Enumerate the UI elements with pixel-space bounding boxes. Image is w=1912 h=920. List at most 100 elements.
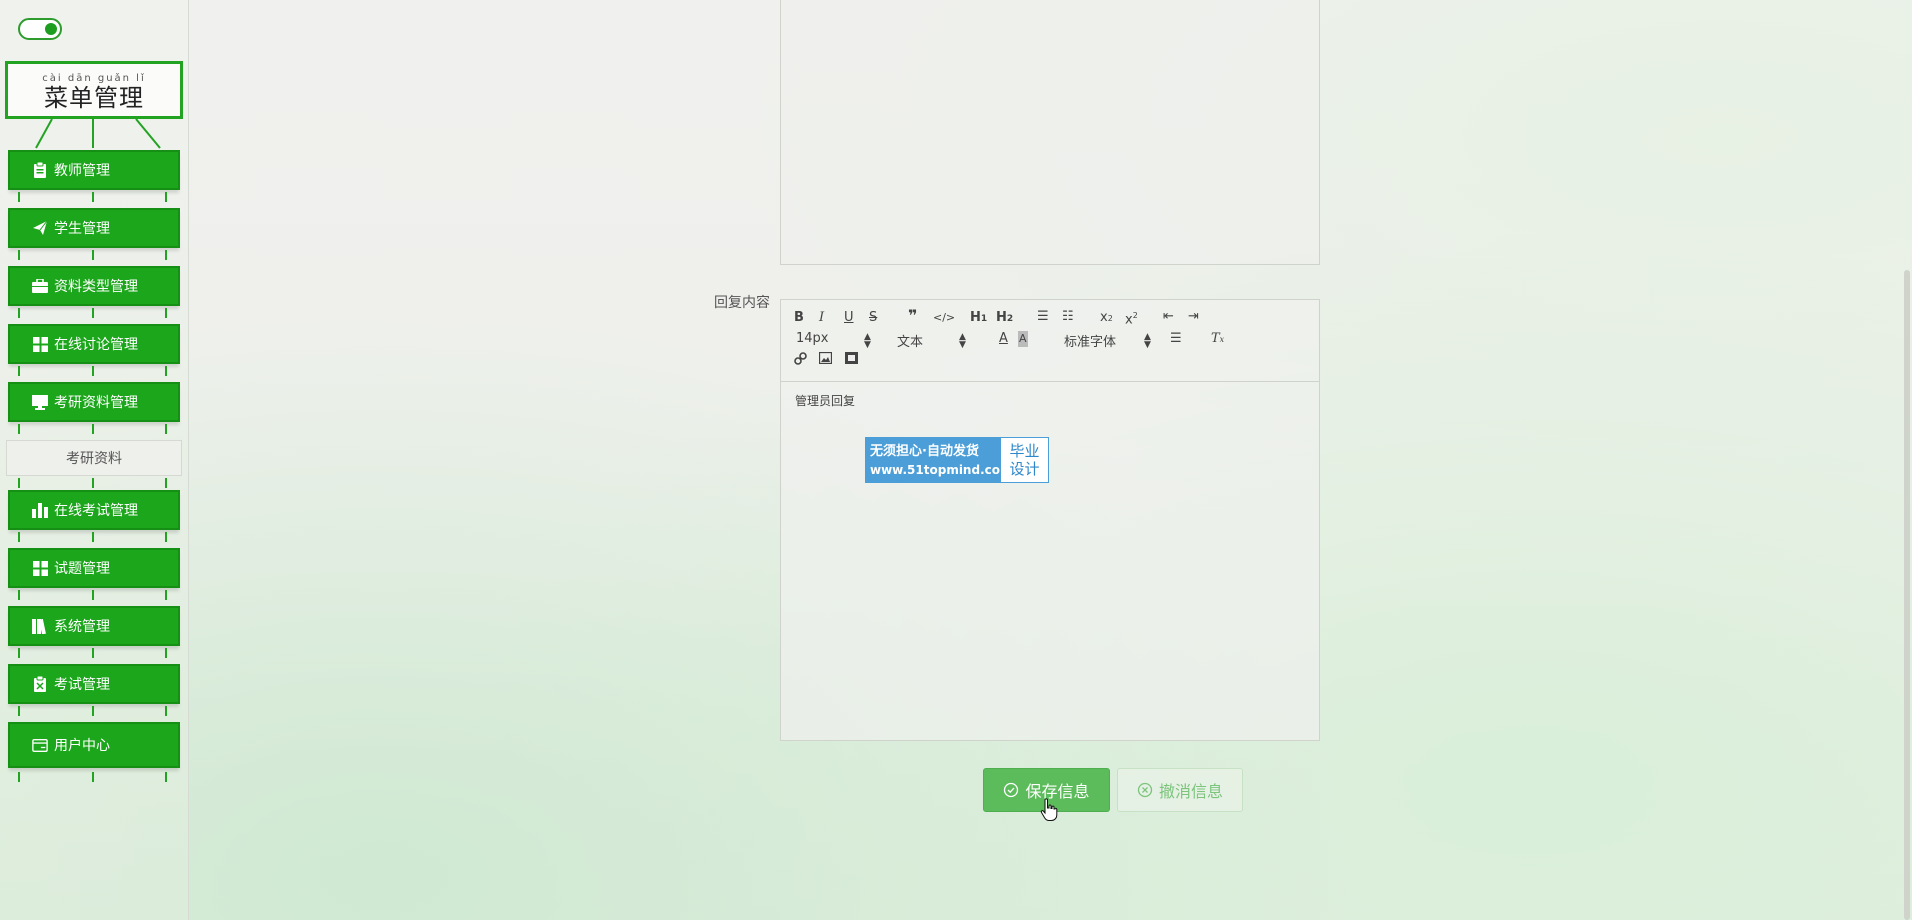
divider bbox=[92, 308, 94, 318]
sidebar-item-material-type[interactable]: 资料类型管理 bbox=[8, 266, 180, 306]
divider bbox=[92, 532, 94, 542]
divider bbox=[18, 250, 20, 260]
divider bbox=[165, 706, 167, 716]
subscript-icon[interactable]: x2 bbox=[1100, 310, 1113, 327]
indent-icon[interactable]: ⇥ bbox=[1188, 309, 1199, 325]
strike-icon[interactable]: S bbox=[869, 310, 877, 326]
font-family-select[interactable]: 标准字体 ▲ ▼ bbox=[1064, 331, 1154, 351]
sidebar-item-label: 考研资料 bbox=[66, 451, 122, 467]
outdent-icon[interactable]: ⇤ bbox=[1163, 309, 1174, 325]
link-icon[interactable] bbox=[794, 352, 807, 370]
books-icon bbox=[32, 618, 48, 634]
video-icon[interactable] bbox=[845, 352, 858, 369]
divider bbox=[165, 366, 167, 376]
sidebar-item-questions[interactable]: 试题管理 bbox=[8, 548, 180, 588]
divider bbox=[18, 478, 20, 488]
sidebar-item-exam-material-admin[interactable]: 考研资料管理 bbox=[8, 382, 180, 422]
watermark-badge: 毕业 设计 bbox=[1001, 438, 1048, 482]
watermark-banner: 无须担心·自动发货 www.51topmind.com 毕业 设计 bbox=[865, 437, 1049, 483]
divider bbox=[18, 366, 20, 376]
underline-icon[interactable]: U bbox=[844, 310, 854, 326]
bar-chart-icon bbox=[32, 502, 48, 518]
sidebar-item-label: 考研资料管理 bbox=[54, 395, 138, 411]
divider bbox=[18, 648, 20, 658]
editor-toolbar: B I U S ❞ </> H1 H2 ☰ ☷ x2 x2 ⇤ ⇥ 14px ▲… bbox=[781, 300, 1319, 382]
sidebar-item-discussion[interactable]: 在线讨论管理 bbox=[8, 324, 180, 364]
clear-format-icon[interactable]: Tx bbox=[1211, 331, 1224, 348]
ordered-list-icon[interactable]: ☰ bbox=[1037, 309, 1049, 325]
superscript-icon[interactable]: x2 bbox=[1125, 308, 1138, 328]
divider bbox=[92, 478, 94, 488]
divider bbox=[92, 648, 94, 658]
watermark-text-block: 无须担心·自动发货 www.51topmind.com bbox=[866, 438, 1013, 482]
scrollbar-thumb[interactable] bbox=[1904, 270, 1910, 920]
sidebar-item-student[interactable]: 学生管理 bbox=[8, 208, 180, 248]
divider bbox=[92, 250, 94, 260]
grid-icon bbox=[32, 336, 48, 352]
bold-icon[interactable]: B bbox=[794, 310, 804, 326]
divider bbox=[92, 590, 94, 600]
card-icon bbox=[32, 737, 48, 753]
divider bbox=[92, 772, 94, 782]
h1-icon[interactable]: H1 bbox=[970, 310, 987, 327]
image-icon[interactable] bbox=[818, 351, 833, 369]
divider bbox=[18, 590, 20, 600]
font-size-select[interactable]: 14px ▲ ▼ bbox=[796, 331, 876, 350]
h2-icon[interactable]: H2 bbox=[996, 310, 1013, 327]
blockquote-icon[interactable]: ❞ bbox=[908, 308, 917, 324]
select-arrows-icon: ▲ ▼ bbox=[864, 332, 871, 350]
sidebar-item-label: 在线考试管理 bbox=[54, 503, 138, 519]
reply-content-label: 回复内容 bbox=[714, 295, 770, 311]
sidebar: cài dān guǎn lǐ 菜单管理 教师管理 学生管理 资料类型管理 在线… bbox=[0, 0, 189, 920]
sidebar-item-online-exam[interactable]: 在线考试管理 bbox=[8, 490, 180, 530]
close-circle-icon bbox=[1137, 782, 1153, 798]
font-color-icon[interactable]: A bbox=[999, 331, 1008, 347]
font-size-value: 14px bbox=[796, 331, 829, 346]
divider bbox=[92, 192, 94, 202]
watermark-line1: 无须担心·自动发货 bbox=[870, 443, 979, 459]
background-color-icon[interactable]: A bbox=[1018, 331, 1028, 347]
divider bbox=[165, 478, 167, 488]
sidebar-item-label: 试题管理 bbox=[54, 561, 110, 577]
code-icon[interactable]: </> bbox=[933, 310, 955, 326]
divider bbox=[92, 366, 94, 376]
font-family-value: 标准字体 bbox=[1064, 335, 1117, 350]
cancel-button[interactable]: 撤消信息 bbox=[1117, 768, 1243, 812]
sidebar-item-label: 资料类型管理 bbox=[54, 279, 138, 295]
clipboard-x-icon bbox=[32, 676, 48, 692]
italic-icon[interactable]: I bbox=[819, 310, 824, 326]
sidebar-subitem-exam-material[interactable]: 考研资料 bbox=[6, 440, 182, 476]
divider bbox=[18, 706, 20, 716]
reply-rich-editor[interactable]: B I U S ❞ </> H1 H2 ☰ ☷ x2 x2 ⇤ ⇥ 14px ▲… bbox=[780, 299, 1320, 741]
sidebar-toggle[interactable] bbox=[18, 18, 62, 40]
sidebar-item-user-center[interactable]: 用户中心 bbox=[8, 722, 180, 768]
paragraph-select[interactable]: 文本 ▲ ▼ bbox=[897, 331, 977, 351]
divider bbox=[18, 192, 20, 202]
sidebar-item-label: 学生管理 bbox=[54, 221, 110, 237]
divider bbox=[165, 648, 167, 658]
sidebar-item-teacher[interactable]: 教师管理 bbox=[8, 150, 180, 190]
align-icon[interactable]: ☰ bbox=[1170, 331, 1182, 347]
briefcase-icon bbox=[32, 278, 48, 294]
upper-content-box[interactable] bbox=[780, 0, 1320, 265]
cancel-button-label: 撤消信息 bbox=[1158, 782, 1223, 801]
divider bbox=[18, 532, 20, 542]
menu-connectors bbox=[35, 119, 161, 149]
bullet-list-icon[interactable]: ☷ bbox=[1062, 309, 1074, 325]
monitor-icon bbox=[32, 394, 48, 410]
menu-title-box: cài dān guǎn lǐ 菜单管理 bbox=[5, 61, 183, 119]
sidebar-item-system[interactable]: 系统管理 bbox=[8, 606, 180, 646]
divider bbox=[18, 424, 20, 434]
watermark-line2: www.51topmind.com bbox=[870, 462, 1013, 477]
menu-title-pinyin: cài dān guǎn lǐ bbox=[42, 73, 146, 84]
select-arrows-icon: ▲ ▼ bbox=[959, 332, 966, 350]
divider bbox=[92, 424, 94, 434]
divider bbox=[165, 424, 167, 434]
sidebar-item-label: 用户中心 bbox=[54, 738, 110, 754]
paragraph-value: 文本 bbox=[897, 335, 924, 350]
divider bbox=[92, 706, 94, 716]
editor-content: 管理员回复 bbox=[795, 394, 856, 408]
divider bbox=[165, 192, 167, 202]
page-scrollbar[interactable] bbox=[1903, 0, 1911, 920]
sidebar-item-exam[interactable]: 考试管理 bbox=[8, 664, 180, 704]
